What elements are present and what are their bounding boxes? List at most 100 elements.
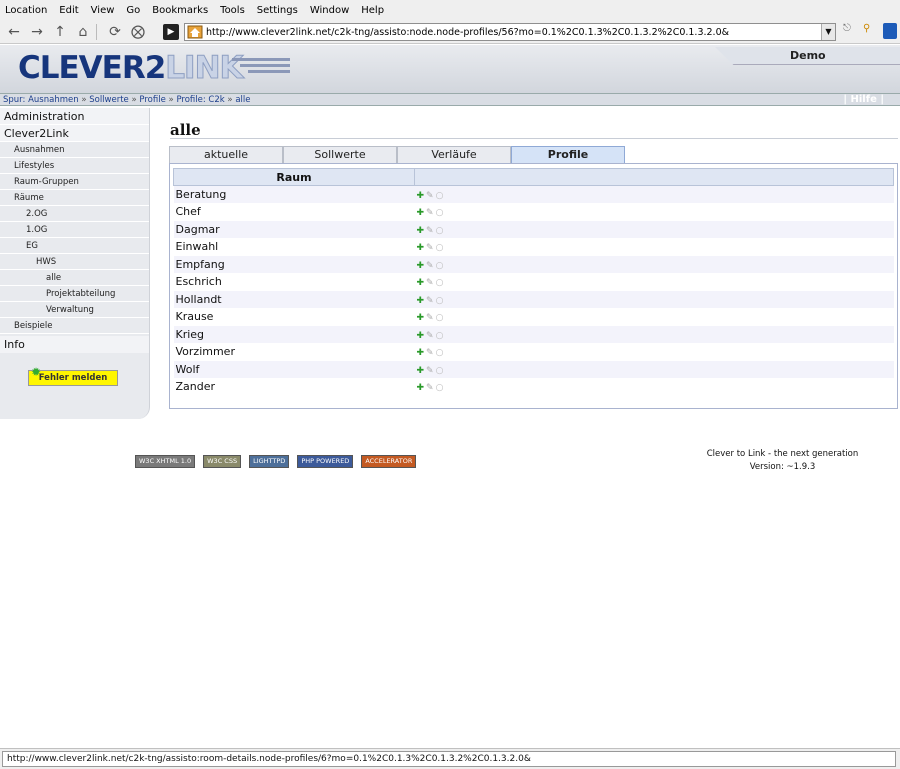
sidebar-item-2-og[interactable]: 2.OG	[0, 206, 149, 222]
sidebar-item-hws[interactable]: HWS	[0, 254, 149, 270]
menu-edit[interactable]: Edit	[59, 5, 78, 16]
badge-php[interactable]: PHP POWERED	[297, 455, 354, 468]
delete-icon[interactable]: ○	[436, 278, 444, 288]
edit-icon[interactable]: ✎	[426, 261, 434, 271]
url-field[interactable]: http://www.clever2link.net/c2k-tng/assis…	[184, 23, 836, 41]
site-logo[interactable]: CLEVER2 LINK	[18, 50, 244, 87]
edit-icon[interactable]: ✎	[426, 313, 434, 323]
tab-aktuelle[interactable]: aktuelle	[169, 146, 283, 163]
room-name[interactable]: Dagmar	[173, 220, 415, 238]
breadcrumb-item[interactable]: Ausnahmen	[28, 95, 79, 105]
badge-css[interactable]: W3C CSS	[203, 455, 242, 468]
room-name[interactable]: Wolf	[173, 360, 415, 378]
edit-icon[interactable]: ✎	[426, 383, 434, 393]
room-name[interactable]: Beratung	[173, 185, 415, 203]
sidebar-item-raum-gruppen[interactable]: Raum-Gruppen	[0, 174, 149, 190]
menu-bookmarks[interactable]: Bookmarks	[152, 5, 208, 16]
add-icon[interactable]: ✚	[417, 296, 425, 306]
menu-help[interactable]: Help	[361, 5, 384, 16]
go-icon[interactable]: ▶	[163, 24, 179, 40]
edit-icon[interactable]: ✎	[426, 243, 434, 253]
forward-icon[interactable]: →	[28, 23, 46, 41]
breadcrumb-item[interactable]: Sollwerte	[89, 95, 129, 105]
menu-go[interactable]: Go	[126, 5, 140, 16]
add-icon[interactable]: ✚	[417, 331, 425, 341]
edit-icon[interactable]: ✎	[426, 278, 434, 288]
add-icon[interactable]: ✚	[417, 226, 425, 236]
add-icon[interactable]: ✚	[417, 313, 425, 323]
back-icon[interactable]: ←	[5, 23, 23, 41]
sidebar-item-lifestyles[interactable]: Lifestyles	[0, 158, 149, 174]
room-name[interactable]: Vorzimmer	[173, 343, 415, 361]
edit-icon[interactable]: ✎	[426, 191, 434, 201]
edit-icon[interactable]: ✎	[426, 296, 434, 306]
add-icon[interactable]: ✚	[417, 208, 425, 218]
up-icon[interactable]: ↑	[51, 23, 69, 41]
sidebar-item-beispiele[interactable]: Beispiele	[0, 318, 149, 334]
delete-icon[interactable]: ○	[436, 366, 444, 376]
add-icon[interactable]: ✚	[417, 243, 425, 253]
delete-icon[interactable]: ○	[436, 331, 444, 341]
edit-icon[interactable]: ✎	[426, 348, 434, 358]
edit-icon[interactable]: ✎	[426, 331, 434, 341]
add-icon[interactable]: ✚	[417, 278, 425, 288]
menu-tools[interactable]: Tools	[220, 5, 245, 16]
stop-icon[interactable]: ⨂	[129, 23, 147, 41]
room-name[interactable]: Einwahl	[173, 238, 415, 256]
room-name[interactable]: Krieg	[173, 325, 415, 343]
sidebar-item-1-og[interactable]: 1.OG	[0, 222, 149, 238]
breadcrumb-item[interactable]: alle	[235, 95, 250, 105]
room-name[interactable]: Krause	[173, 308, 415, 326]
sidebar-item-eg[interactable]: EG	[0, 238, 149, 254]
delete-icon[interactable]: ○	[436, 208, 444, 218]
breadcrumb-item[interactable]: Profile: C2k	[176, 95, 224, 105]
delete-icon[interactable]: ○	[436, 313, 444, 323]
tab-sollwerte[interactable]: Sollwerte	[283, 146, 397, 163]
menu-window[interactable]: Window	[310, 5, 349, 16]
room-name[interactable]: Eschrich	[173, 273, 415, 291]
add-icon[interactable]: ✚	[417, 383, 425, 393]
sidebar-item-clever2link[interactable]: Clever2Link	[0, 125, 149, 142]
zoom-icon[interactable]: ⚲	[863, 23, 877, 39]
delete-icon[interactable]: ○	[436, 226, 444, 236]
sidebar-item-verwaltung[interactable]: Verwaltung	[0, 302, 149, 318]
delete-icon[interactable]: ○	[436, 383, 444, 393]
delete-icon[interactable]: ○	[436, 243, 444, 253]
room-name[interactable]: Zander	[173, 378, 415, 396]
edit-icon[interactable]: ✎	[426, 226, 434, 236]
room-name[interactable]: Empfang	[173, 255, 415, 273]
tab-verläufe[interactable]: Verläufe	[397, 146, 511, 163]
report-error-button[interactable]: Fehler melden	[28, 370, 118, 386]
badge-xhtml[interactable]: W3C XHTML 1.0	[135, 455, 196, 468]
menu-view[interactable]: View	[91, 5, 115, 16]
sidebar-item-alle[interactable]: alle	[0, 270, 149, 286]
delete-icon[interactable]: ○	[436, 261, 444, 271]
sidebar-item-administration[interactable]: Administration	[0, 108, 149, 125]
delete-icon[interactable]: ○	[436, 296, 444, 306]
sidebar-item-info[interactable]: Info	[0, 336, 149, 353]
sidebar-item-räume[interactable]: Räume	[0, 190, 149, 206]
badge-accelerator[interactable]: ACCELERATOR	[361, 455, 417, 468]
room-name[interactable]: Hollandt	[173, 290, 415, 308]
reload-icon[interactable]: ⟳	[106, 23, 124, 41]
sidebar-item-projektabteilung[interactable]: Projektabteilung	[0, 286, 149, 302]
add-icon[interactable]: ✚	[417, 261, 425, 271]
home-icon[interactable]: ⌂	[74, 23, 92, 41]
kde-icon[interactable]	[883, 23, 897, 39]
breadcrumb-item[interactable]: Profile	[139, 95, 165, 105]
edit-icon[interactable]: ✎	[426, 366, 434, 376]
add-icon[interactable]: ✚	[417, 191, 425, 201]
sidebar-item-ausnahmen[interactable]: Ausnahmen	[0, 142, 149, 158]
bookmark-icon[interactable]: ⎋	[843, 23, 857, 39]
room-name[interactable]: Chef	[173, 203, 415, 221]
help-link[interactable]: | Hilfe |	[843, 94, 884, 105]
tab-profile[interactable]: Profile	[511, 146, 625, 163]
add-icon[interactable]: ✚	[417, 348, 425, 358]
edit-icon[interactable]: ✎	[426, 208, 434, 218]
url-dropdown-icon[interactable]: ▼	[821, 24, 835, 40]
add-icon[interactable]: ✚	[417, 366, 425, 376]
menu-location[interactable]: Location	[5, 5, 47, 16]
delete-icon[interactable]: ○	[436, 348, 444, 358]
menu-settings[interactable]: Settings	[257, 5, 298, 16]
delete-icon[interactable]: ○	[436, 191, 444, 201]
